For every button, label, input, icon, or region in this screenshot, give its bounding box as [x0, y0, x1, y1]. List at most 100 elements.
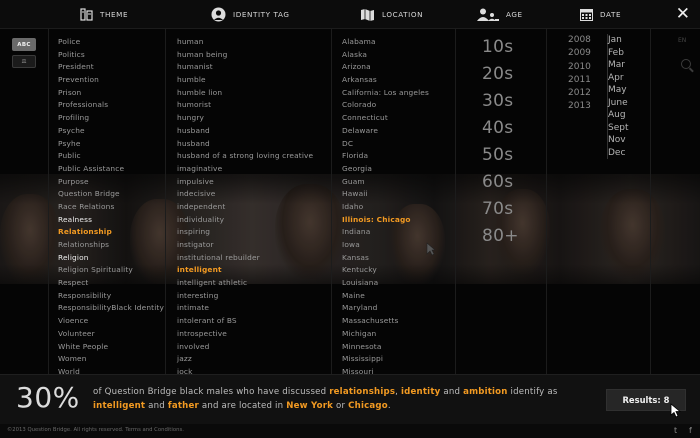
month-item[interactable]: May — [608, 84, 629, 97]
identity-tag-item[interactable]: intelligent — [177, 264, 313, 277]
year-item[interactable]: 2009 — [568, 47, 591, 60]
theme-item[interactable]: Police — [58, 36, 164, 49]
theme-item[interactable]: Prevention — [58, 74, 164, 87]
location-item[interactable]: Missouri — [342, 366, 429, 374]
location-item[interactable]: DC — [342, 138, 429, 151]
location-item[interactable]: Minnesota — [342, 341, 429, 354]
identity-tag-item[interactable]: impulsive — [177, 176, 313, 189]
identity-tag-item[interactable]: husband of a strong loving creative — [177, 150, 313, 163]
location-item[interactable]: Massachusetts — [342, 315, 429, 328]
year-item[interactable]: 2010 — [568, 61, 591, 74]
theme-item[interactable]: ResponsibilityBlack Identity — [58, 302, 164, 315]
identity-tag-item[interactable]: jock — [177, 366, 313, 374]
identity-tag-item[interactable]: interesting — [177, 290, 313, 303]
month-item[interactable]: Feb — [608, 47, 629, 60]
theme-item[interactable]: Vioence — [58, 315, 164, 328]
identity-tag-item[interactable]: intelligent athletic — [177, 277, 313, 290]
theme-item[interactable]: Relationships — [58, 239, 164, 252]
age-item[interactable]: 30s — [482, 88, 519, 115]
location-item[interactable]: Louisiana — [342, 277, 429, 290]
month-item[interactable]: Dec — [608, 147, 629, 160]
month-item[interactable]: Jan — [608, 34, 629, 47]
theme-item[interactable]: Public Assistance — [58, 163, 164, 176]
identity-tag-item[interactable]: independent — [177, 201, 313, 214]
identity-tag-item[interactable]: involved — [177, 341, 313, 354]
language-toggle[interactable]: EN — [678, 37, 686, 44]
theme-item[interactable]: Psyhe — [58, 138, 164, 151]
location-item[interactable]: Alabama — [342, 36, 429, 49]
month-item[interactable]: Aug — [608, 109, 629, 122]
identity-tag-item[interactable]: imaginative — [177, 163, 313, 176]
location-item[interactable]: Michigan — [342, 328, 429, 341]
location-item[interactable]: Illinois: Chicago — [342, 214, 429, 227]
location-item[interactable]: California: Los angeles — [342, 87, 429, 100]
identity-tag-item[interactable]: jazz — [177, 353, 313, 366]
identity-tag-item[interactable]: indecisive — [177, 188, 313, 201]
theme-item[interactable]: Politics — [58, 49, 164, 62]
age-item[interactable]: 10s — [482, 34, 519, 61]
age-item[interactable]: 60s — [482, 169, 519, 196]
location-item[interactable]: Kentucky — [342, 264, 429, 277]
location-item[interactable]: Colorado — [342, 99, 429, 112]
theme-item[interactable]: Psyche — [58, 125, 164, 138]
theme-item[interactable]: Women — [58, 353, 164, 366]
identity-tag-item[interactable]: human — [177, 36, 313, 49]
year-item[interactable]: 2011 — [568, 74, 591, 87]
sort-alphabetical-button[interactable]: ABC — [12, 38, 36, 51]
month-item[interactable]: Apr — [608, 72, 629, 85]
theme-item[interactable]: Relationship — [58, 226, 164, 239]
identity-tag-item[interactable]: intolerant of BS — [177, 315, 313, 328]
tab-identity-tag[interactable]: IDENTITY TAG — [211, 0, 290, 29]
facebook-icon[interactable]: f — [689, 426, 692, 435]
identity-tag-item[interactable]: husband — [177, 125, 313, 138]
theme-item[interactable]: Question Bridge — [58, 188, 164, 201]
identity-tag-item[interactable]: humble lion — [177, 87, 313, 100]
location-item[interactable]: Indiana — [342, 226, 429, 239]
theme-item[interactable]: White People — [58, 341, 164, 354]
year-item[interactable]: 2013 — [568, 100, 591, 113]
theme-item[interactable]: World — [58, 366, 164, 374]
location-item[interactable]: Maryland — [342, 302, 429, 315]
twitter-icon[interactable]: t — [674, 426, 677, 435]
location-item[interactable]: Arizona — [342, 61, 429, 74]
location-item[interactable]: Iowa — [342, 239, 429, 252]
identity-tag-item[interactable]: introspective — [177, 328, 313, 341]
theme-item[interactable]: Prison — [58, 87, 164, 100]
theme-item[interactable]: Race Relations — [58, 201, 164, 214]
identity-tag-item[interactable]: humorist — [177, 99, 313, 112]
identity-tag-item[interactable]: intimate — [177, 302, 313, 315]
location-item[interactable]: Hawaii — [342, 188, 429, 201]
age-item[interactable]: 40s — [482, 115, 519, 142]
year-item[interactable]: 2008 — [568, 34, 591, 47]
month-item[interactable]: June — [608, 97, 629, 110]
location-item[interactable]: Connecticut — [342, 112, 429, 125]
theme-item[interactable]: Religion — [58, 252, 164, 265]
location-item[interactable]: Kansas — [342, 252, 429, 265]
theme-item[interactable]: Public — [58, 150, 164, 163]
month-item[interactable]: Nov — [608, 134, 629, 147]
search-icon[interactable] — [681, 59, 691, 69]
sort-weight-button[interactable]: ⚖ — [12, 55, 36, 68]
identity-tag-item[interactable]: human being — [177, 49, 313, 62]
theme-item[interactable]: Responsibility — [58, 290, 164, 303]
identity-tag-item[interactable]: humanist — [177, 61, 313, 74]
theme-item[interactable]: Volunteer — [58, 328, 164, 341]
year-item[interactable]: 2012 — [568, 87, 591, 100]
identity-tag-item[interactable]: individuality — [177, 214, 313, 227]
theme-item[interactable]: Professionals — [58, 99, 164, 112]
theme-item[interactable]: Respect — [58, 277, 164, 290]
theme-item[interactable]: Realness — [58, 214, 164, 227]
location-item[interactable]: Guam — [342, 176, 429, 189]
close-icon[interactable]: ✕ — [676, 4, 690, 24]
identity-tag-item[interactable]: inspiring — [177, 226, 313, 239]
age-item[interactable]: 50s — [482, 142, 519, 169]
identity-tag-item[interactable]: hungry — [177, 112, 313, 125]
location-item[interactable]: Maine — [342, 290, 429, 303]
location-item[interactable]: Idaho — [342, 201, 429, 214]
location-item[interactable]: Delaware — [342, 125, 429, 138]
location-item[interactable]: Georgia — [342, 163, 429, 176]
theme-item[interactable]: Profiling — [58, 112, 164, 125]
location-item[interactable]: Arkansas — [342, 74, 429, 87]
location-item[interactable]: Mississippi — [342, 353, 429, 366]
theme-item[interactable]: President — [58, 61, 164, 74]
